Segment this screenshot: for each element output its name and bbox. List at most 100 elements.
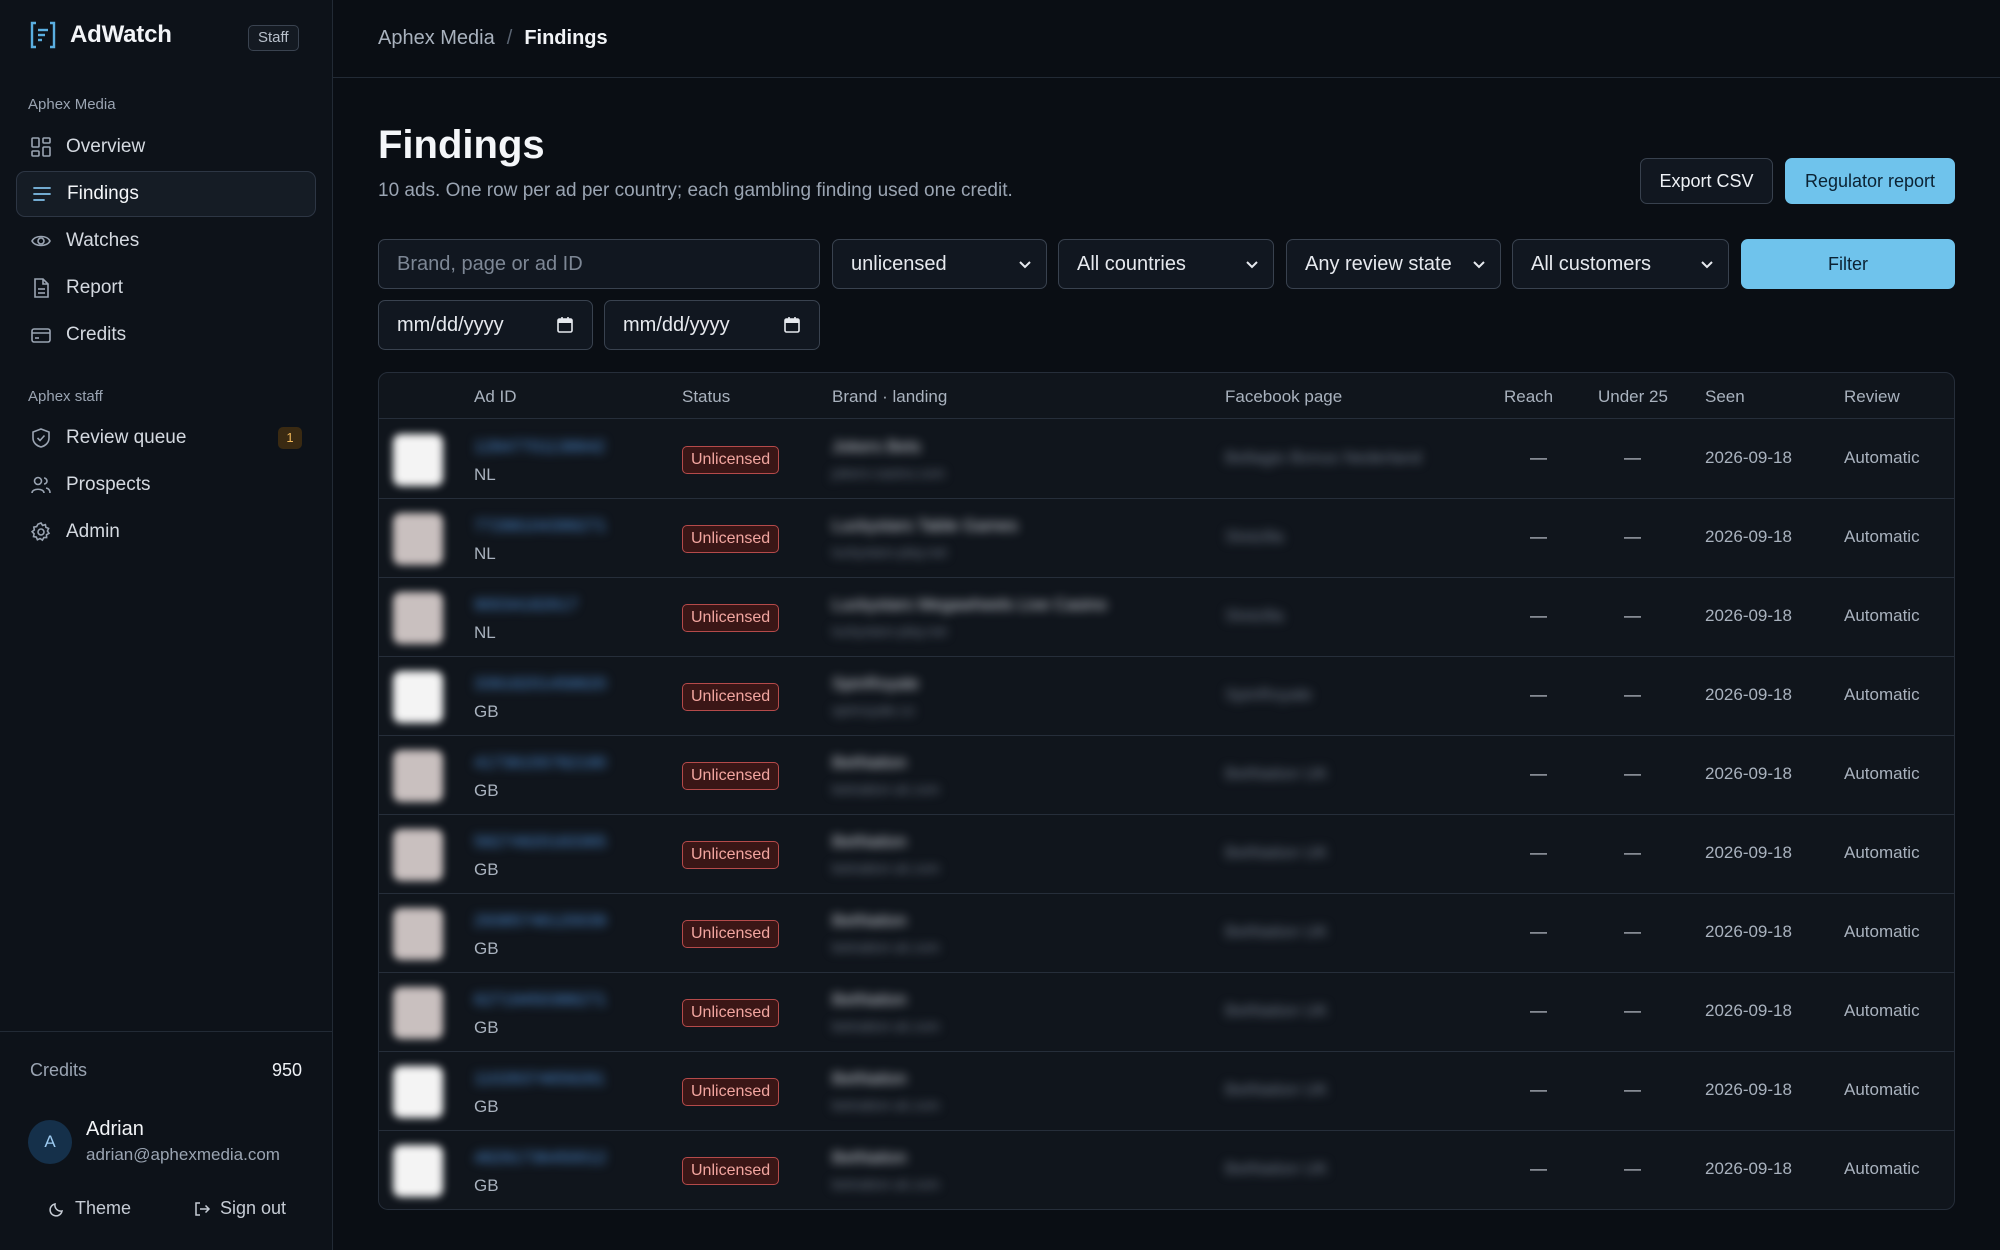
- export-csv-button[interactable]: Export CSV: [1640, 158, 1773, 204]
- country-select[interactable]: All countries: [1058, 239, 1274, 289]
- ad-id-link[interactable]: 11028374659281: [474, 1069, 605, 1089]
- theme-label: Theme: [75, 1198, 132, 1218]
- landing-domain[interactable]: luckystars-play.net: [832, 623, 947, 639]
- table-row[interactable]: 12847701138842 NL Unlicensed Jokers Bets jok…: [379, 420, 1954, 499]
- review-state-select[interactable]: Any review state: [1286, 239, 1501, 289]
- nav-watches[interactable]: Watches: [16, 218, 316, 264]
- col-reach[interactable]: Reach: [1504, 387, 1553, 407]
- landing-domain[interactable]: betnation-uk.com: [832, 781, 939, 797]
- table-row[interactable]: 29385746120039 GB Unlicensed BetNation betna…: [379, 894, 1954, 973]
- brand-name: BetNation: [832, 990, 907, 1009]
- search-input[interactable]: Brand, page or ad ID: [378, 239, 820, 289]
- facebook-page[interactable]: BetNation UK: [1225, 764, 1328, 784]
- nav-prospects[interactable]: Prospects: [16, 462, 316, 508]
- ad-thumbnail[interactable]: [393, 434, 443, 486]
- col-review[interactable]: Review: [1844, 387, 1900, 407]
- facebook-page[interactable]: Bellagio Bonus Nederland: [1225, 448, 1422, 468]
- ad-id-link[interactable]: 41736155782190: [474, 753, 606, 773]
- ad-thumbnail[interactable]: [393, 750, 443, 802]
- table-row[interactable]: 90034182617 NL Unlicensed Luckystars Megawh…: [379, 578, 1954, 657]
- ad-thumbnail[interactable]: [393, 1145, 443, 1197]
- facebook-page[interactable]: BetNation UK: [1225, 1159, 1328, 1179]
- col-facebook-page[interactable]: Facebook page: [1225, 387, 1342, 407]
- nav-report[interactable]: Report: [16, 265, 316, 311]
- breadcrumb-parent[interactable]: Aphex Media: [378, 27, 495, 50]
- status-select[interactable]: unlicensed: [832, 239, 1047, 289]
- ad-thumbnail[interactable]: [393, 671, 443, 723]
- ad-id-link[interactable]: 48291736450012: [474, 1148, 606, 1168]
- ad-id-link[interactable]: 77288104399271: [474, 516, 606, 536]
- ad-id-link[interactable]: 12847701138842: [474, 437, 605, 457]
- col-seen[interactable]: Seen: [1705, 387, 1745, 407]
- user-profile[interactable]: A Adrian adrian@aphexmedia.com: [28, 1118, 280, 1165]
- ad-id-link[interactable]: 62719450388271: [474, 990, 606, 1010]
- facebook-page[interactable]: SpinRoyale: [1225, 685, 1312, 705]
- card-icon: [31, 328, 51, 343]
- nav-admin[interactable]: Admin: [16, 509, 316, 555]
- table-row[interactable]: 58274920183365 GB Unlicensed BetNation betna…: [379, 815, 1954, 894]
- col-ad-id[interactable]: Ad ID: [474, 387, 517, 407]
- landing-domain[interactable]: betnation-uk.com: [832, 860, 939, 876]
- table-row[interactable]: 77288104399271 NL Unlicensed Luckystars Tab…: [379, 499, 1954, 578]
- seen-date: 2026-09-18: [1705, 922, 1792, 941]
- topbar: Aphex Media / Findings: [333, 0, 2000, 78]
- facebook-page[interactable]: Slotzilla: [1225, 527, 1284, 547]
- landing-domain[interactable]: spinroyale.co: [832, 702, 915, 718]
- breadcrumb-current: Findings: [524, 27, 608, 49]
- sign-out-button[interactable]: Sign out: [193, 1198, 286, 1219]
- regulator-report-button[interactable]: Regulator report: [1785, 158, 1955, 204]
- ad-thumbnail[interactable]: [393, 908, 443, 960]
- landing-domain[interactable]: luckystars-play.net: [832, 544, 947, 560]
- ad-id-link[interactable]: 90034182617: [474, 595, 578, 615]
- col-under-25[interactable]: Under 25: [1598, 387, 1668, 407]
- facebook-page[interactable]: Slotzilla: [1225, 606, 1284, 626]
- landing-domain[interactable]: betnation-uk.com: [832, 1097, 939, 1113]
- date-to-input[interactable]: mm/dd/yyyy: [604, 300, 820, 350]
- table-row[interactable]: 62719450388271 GB Unlicensed BetNation betna…: [379, 973, 1954, 1052]
- ad-id-link[interactable]: 58274920183365: [474, 832, 606, 852]
- facebook-page[interactable]: BetNation UK: [1225, 922, 1328, 942]
- landing-domain[interactable]: betnation-uk.com: [832, 939, 939, 955]
- ad-thumbnail[interactable]: [393, 829, 443, 881]
- calendar-icon[interactable]: [556, 316, 574, 334]
- brand-name: BetNation: [832, 832, 907, 851]
- landing-domain[interactable]: betnation-uk.com: [832, 1018, 939, 1034]
- staff-badge: Staff: [248, 25, 299, 51]
- country-code: NL: [474, 544, 496, 563]
- customer-select[interactable]: All customers: [1512, 239, 1729, 289]
- table-row[interactable]: 11028374659281 GB Unlicensed BetNation betna…: [379, 1052, 1954, 1131]
- app-brand[interactable]: AdWatch: [28, 20, 172, 50]
- date-from-input[interactable]: mm/dd/yyyy: [378, 300, 593, 350]
- col-brand[interactable]: Brand · landing: [832, 387, 947, 407]
- facebook-page[interactable]: BetNation UK: [1225, 1080, 1328, 1100]
- table-row[interactable]: 48291736450012 GB Unlicensed BetNation betna…: [379, 1131, 1954, 1209]
- nav-review-queue[interactable]: Review queue 1: [16, 415, 316, 461]
- ad-thumbnail[interactable]: [393, 987, 443, 1039]
- table-row[interactable]: 33918201458820 GB Unlicensed SpinRoyale spin…: [379, 657, 1954, 736]
- col-status[interactable]: Status: [682, 387, 730, 407]
- ad-thumbnail[interactable]: [393, 592, 443, 644]
- facebook-page[interactable]: BetNation UK: [1225, 843, 1328, 863]
- nav-findings[interactable]: Findings: [16, 171, 316, 217]
- landing-domain[interactable]: jokers-casino.com: [832, 465, 945, 481]
- facebook-page[interactable]: BetNation UK: [1225, 1001, 1328, 1021]
- nav-findings-label: Findings: [67, 183, 139, 204]
- nav-credits[interactable]: Credits: [16, 312, 316, 358]
- filter-button[interactable]: Filter: [1741, 239, 1955, 289]
- status-badge: Unlicensed: [682, 762, 780, 790]
- ad-thumbnail[interactable]: [393, 1066, 443, 1118]
- nav-credits-label: Credits: [66, 324, 127, 345]
- ad-id-link[interactable]: 33918201458820: [474, 674, 606, 694]
- reach-value: —: [1530, 448, 1547, 467]
- calendar-icon[interactable]: [783, 316, 801, 334]
- theme-button[interactable]: Theme: [48, 1198, 131, 1219]
- country-code: GB: [474, 781, 499, 800]
- table-row[interactable]: 41736155782190 GB Unlicensed BetNation betna…: [379, 736, 1954, 815]
- nav-overview[interactable]: Overview: [16, 124, 316, 170]
- ad-thumbnail[interactable]: [393, 513, 443, 565]
- credits-value: 950: [271, 1060, 302, 1080]
- ad-id-link[interactable]: 29385746120039: [474, 911, 606, 931]
- country-code: NL: [474, 623, 496, 642]
- landing-domain[interactable]: betnation-uk.com: [832, 1176, 939, 1192]
- chevron-down-icon: [1019, 261, 1031, 269]
